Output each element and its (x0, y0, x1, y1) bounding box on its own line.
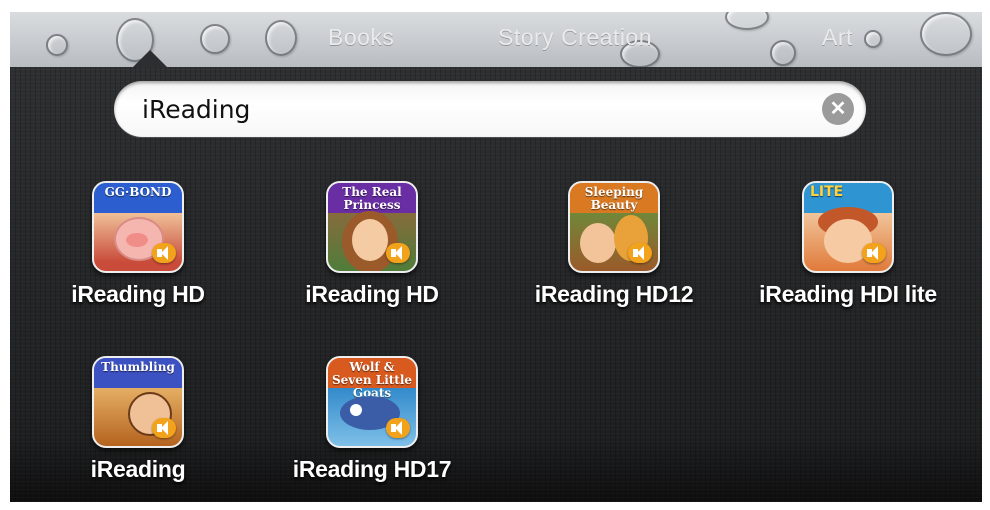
folder-tab-story-creation[interactable]: Story Creation (498, 24, 652, 51)
app-icon[interactable]: LITE (802, 181, 894, 273)
sound-icon (152, 243, 176, 263)
water-drop (920, 12, 972, 56)
app-icon[interactable]: Sleeping Beauty (568, 181, 660, 273)
app-icon[interactable]: GG·BOND (92, 181, 184, 273)
beauty-face (580, 223, 616, 263)
cover-title: Sleeping Beauty (570, 183, 658, 213)
app-label: iReading HD12 (534, 281, 694, 307)
cover-title: The Real Princess (328, 183, 416, 213)
sound-icon (862, 243, 886, 263)
screen: Books Story Creation Art ✕ GG·BOND iRead… (10, 12, 982, 502)
folder-tab-art[interactable]: Art (822, 24, 853, 51)
app-ireading-hd-princess[interactable]: The Real Princess iReading HD (262, 181, 482, 308)
sound-icon (152, 418, 176, 438)
clear-icon[interactable]: ✕ (822, 93, 854, 125)
app-ireading-hd17[interactable]: Wolf & Seven Little Goats iReading HD17 (262, 356, 482, 483)
water-drop (770, 40, 796, 66)
app-ireading-hdi-lite[interactable]: LITE iReading HDI lite (738, 181, 958, 308)
app-label: iReading HD17 (292, 456, 452, 482)
folder-pointer-notch (132, 50, 168, 68)
cover-title: Wolf & Seven Little Goats (328, 358, 416, 400)
cover-title: GG·BOND (94, 183, 182, 213)
wolf-eye (350, 404, 362, 416)
app-label: iReading HDI lite (759, 281, 937, 307)
search-field[interactable]: ✕ (114, 81, 866, 137)
folder-tab-books[interactable]: Books (328, 24, 394, 51)
sound-icon (386, 243, 410, 263)
app-ireading-hd12[interactable]: Sleeping Beauty iReading HD12 (504, 181, 724, 308)
app-label: iReading (90, 456, 186, 482)
app-label: iReading HD (305, 281, 439, 307)
sound-icon (386, 418, 410, 438)
water-drop (725, 12, 769, 30)
app-icon[interactable]: Thumbling (92, 356, 184, 448)
search-input[interactable] (142, 90, 802, 128)
sound-icon (628, 243, 652, 263)
app-icon[interactable]: Wolf & Seven Little Goats (326, 356, 418, 448)
princess-face (352, 219, 388, 261)
water-drop (864, 30, 882, 48)
pig-snout (126, 233, 148, 247)
water-drop (200, 24, 230, 54)
app-label: iReading HD (71, 281, 205, 307)
water-drop (46, 34, 68, 56)
app-ireading-hd-gg-bond[interactable]: GG·BOND iReading HD (28, 181, 248, 308)
app-icon[interactable]: The Real Princess (326, 181, 418, 273)
app-ireading-thumbling[interactable]: Thumbling iReading (28, 356, 248, 483)
cover-title: Thumbling (94, 358, 182, 388)
water-drop (265, 20, 297, 56)
